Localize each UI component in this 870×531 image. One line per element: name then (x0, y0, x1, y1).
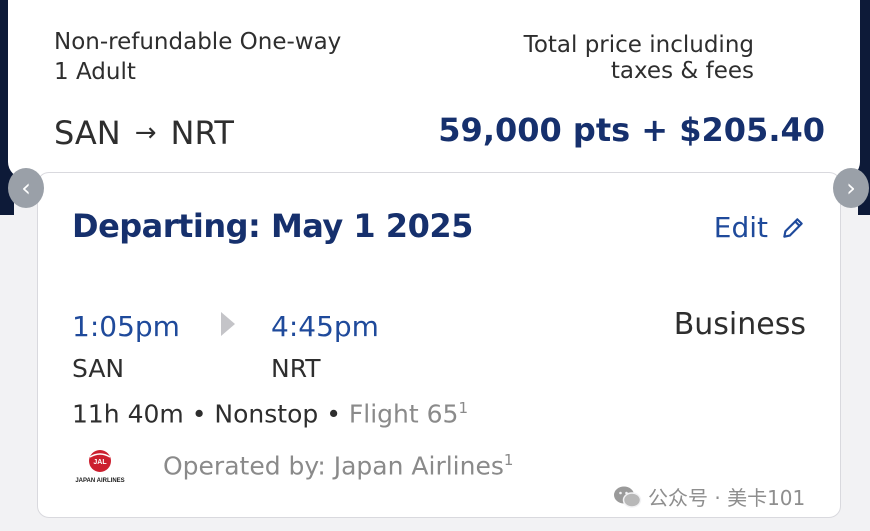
play-icon (221, 312, 235, 336)
departure-time: 1:05pm (72, 310, 180, 343)
pencil-icon (783, 217, 803, 238)
arrival-airport: NRT (271, 354, 321, 383)
edit-label: Edit (713, 211, 768, 244)
separator-dot: • (183, 399, 215, 429)
jal-logo-text: JAPAN AIRLINES (75, 478, 124, 484)
jal-logo-icon: JAL JAPAN AIRLINES (75, 450, 125, 484)
wechat-icon (614, 486, 642, 508)
chevron-right-icon: › (846, 174, 856, 202)
destination-code: NRT (170, 114, 234, 152)
chevron-left-icon: ‹ (21, 174, 31, 202)
separator-dot: • (318, 399, 349, 429)
total-price: 59,000 pts + $205.40 (438, 111, 825, 149)
watermark-text: 公众号 · 美卡101 (648, 486, 806, 510)
flight-details: 11h 40m • Nonstop • Flight 651 (72, 399, 468, 428)
price-label-line-2: taxes & fees (610, 58, 754, 84)
jal-logo-mark: JAL (93, 459, 107, 466)
operated-by: Operated by: Japan Airlines1 (163, 451, 513, 480)
flight-number: Flight 65 (348, 399, 459, 429)
departing-date: Departing: May 1 2025 (72, 207, 473, 245)
flight-footnote: 1 (458, 399, 468, 417)
next-arrow-button[interactable]: › (833, 168, 869, 208)
stops: Nonstop (214, 399, 319, 429)
edit-button[interactable]: Edit (714, 211, 806, 244)
operated-footnote: 1 (503, 451, 514, 469)
departure-airport: SAN (72, 354, 125, 383)
cabin-class: Business (673, 307, 806, 342)
price-label: Total price including taxes & fees (524, 32, 754, 84)
watermark: 公众号 · 美卡101 (612, 482, 805, 511)
passenger-count: 1 Adult (54, 59, 136, 85)
operated-by-text: Operated by: Japan Airlines (163, 451, 504, 481)
flight-card: Departing: May 1 2025 Edit 1:05pm 4:45pm… (37, 172, 841, 518)
price-label-line-1: Total price including (523, 32, 754, 58)
arrival-time: 4:45pm (271, 310, 379, 343)
trip-summary-card: Non-refundable One-way 1 Adult SAN → NRT… (8, 0, 860, 178)
fare-type: Non-refundable One-way (54, 29, 342, 55)
prev-arrow-button[interactable]: ‹ (8, 168, 44, 208)
origin-code: SAN (54, 114, 121, 152)
fare-info: Non-refundable One-way 1 Adult (54, 27, 341, 87)
route: SAN → NRT (54, 114, 234, 152)
arrow-right-icon: → (134, 118, 157, 148)
duration: 11h 40m (72, 399, 184, 429)
